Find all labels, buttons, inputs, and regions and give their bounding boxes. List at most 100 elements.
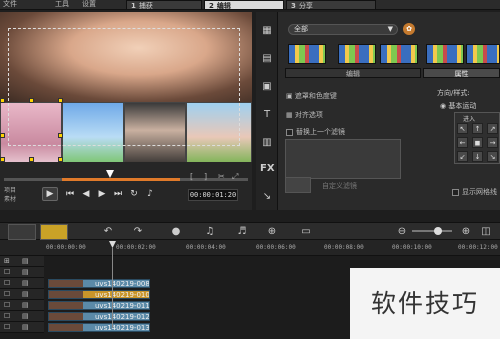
- track-header-overlay[interactable]: ☐ ▤: [0, 300, 44, 311]
- checkbox-box[interactable]: [286, 128, 293, 136]
- direction-e-icon[interactable]: →: [487, 137, 498, 148]
- record-capture-icon[interactable]: ●: [168, 225, 184, 239]
- timeline-clip[interactable]: uvs140219-010: [48, 290, 150, 299]
- library-action-icon[interactable]: ✿: [403, 23, 415, 35]
- direction-nw-icon[interactable]: ↖: [457, 123, 468, 134]
- tab-edit[interactable]: 编辑: [285, 68, 421, 78]
- mode-clip[interactable]: 素材: [4, 195, 16, 204]
- track-header-overlay[interactable]: ☐ ▤: [0, 278, 44, 289]
- custom-filter-button[interactable]: 自定义滤镜: [322, 181, 357, 191]
- zoom-out-icon[interactable]: ⊖: [394, 225, 410, 239]
- timeline-ruler[interactable]: 00:00:00:00 00:00:02:00 00:00:04:00 00:0…: [0, 240, 500, 256]
- storyboard-view-button[interactable]: [8, 224, 36, 240]
- direction-se-icon[interactable]: ↘: [487, 151, 498, 162]
- zoom-slider-knob[interactable]: [434, 227, 442, 235]
- track-header-overlay[interactable]: ☐ ▤: [0, 311, 44, 322]
- direction-grid[interactable]: 进入 ↖ ↑ ↗ ← ◼ → ↙ ↓ ↘: [454, 112, 500, 164]
- menu-file[interactable]: 文件: [3, 0, 17, 9]
- menu-settings[interactable]: 设置: [82, 0, 96, 9]
- volume-icon[interactable]: ♪: [144, 188, 156, 200]
- track-visibility-icon[interactable]: ☐: [4, 290, 10, 298]
- instant-project-icon[interactable]: ▤: [260, 52, 274, 66]
- tab-properties[interactable]: 属性: [423, 68, 500, 78]
- direction-s-icon[interactable]: ↓: [472, 151, 483, 162]
- zoom-slider-track[interactable]: [412, 230, 452, 232]
- mode-project[interactable]: 项目: [4, 186, 16, 195]
- direction-w-icon[interactable]: ←: [457, 137, 468, 148]
- timecode-display[interactable]: 00:00:01:20: [188, 189, 238, 201]
- media-icon[interactable]: ▦: [260, 24, 274, 38]
- resize-handle[interactable]: [29, 98, 34, 103]
- timeline-clip[interactable]: uvs140219-013: [48, 323, 150, 332]
- resize-handle[interactable]: [0, 133, 5, 138]
- show-grid-checkbox[interactable]: 显示网格线: [452, 187, 497, 197]
- library-thumbnail[interactable]: [466, 44, 500, 64]
- mark-out-icon[interactable]: ]: [204, 172, 207, 181]
- transition-icon[interactable]: ▣: [260, 80, 274, 94]
- zoom-in-icon[interactable]: ⊕: [458, 225, 474, 239]
- mark-in-icon[interactable]: [: [190, 172, 193, 181]
- end-icon[interactable]: ⏭: [112, 188, 124, 200]
- track-visibility-icon[interactable]: ☐: [4, 312, 10, 320]
- redo-icon[interactable]: ↷: [130, 225, 146, 239]
- next-frame-icon[interactable]: ▶: [96, 188, 108, 200]
- direction-ne-icon[interactable]: ↗: [487, 123, 498, 134]
- timeline-clip[interactable]: uvs140219-008: [48, 279, 150, 288]
- library-thumbnail[interactable]: [338, 44, 376, 64]
- step-edit[interactable]: 2 编辑: [204, 0, 284, 10]
- preview-window[interactable]: [0, 12, 252, 162]
- checkbox-box[interactable]: [452, 188, 459, 196]
- library-thumbnail[interactable]: [380, 44, 418, 64]
- track-header-overlay[interactable]: ☐ ▤: [0, 289, 44, 300]
- track-visibility-icon[interactable]: ☐: [4, 268, 10, 276]
- step-capture[interactable]: 1 捕获: [126, 0, 202, 10]
- resize-handle[interactable]: [58, 98, 63, 103]
- overlay-bounding-frame[interactable]: [8, 28, 240, 146]
- title-icon[interactable]: T: [260, 108, 274, 122]
- align-option[interactable]: ▦ 对齐选项: [286, 111, 323, 120]
- sound-mixer-icon[interactable]: ♫: [202, 225, 218, 239]
- timeline-view-button[interactable]: [40, 224, 68, 240]
- trim-scrubber[interactable]: [ ] ✂ ⤢: [4, 168, 248, 182]
- direction-sw-icon[interactable]: ↙: [457, 151, 468, 162]
- scrub-thumb[interactable]: [106, 170, 114, 178]
- resize-handle[interactable]: [58, 157, 63, 162]
- split-clip-icon[interactable]: ✂: [218, 172, 225, 181]
- repeat-icon[interactable]: ↻: [128, 188, 140, 200]
- filter-fx-icon[interactable]: FX: [260, 162, 275, 176]
- trim-range[interactable]: [62, 178, 180, 181]
- track-header-overlay[interactable]: ☐ ▤: [0, 322, 44, 333]
- home-icon[interactable]: ⏮: [64, 188, 76, 200]
- basic-motion-radio[interactable]: ◉ 基本运动: [440, 101, 476, 111]
- replace-filter-checkbox[interactable]: 替换上一个滤镜: [286, 128, 345, 137]
- resize-handle[interactable]: [58, 133, 63, 138]
- track-visibility-icon[interactable]: ☐: [4, 279, 10, 287]
- timeline-clip[interactable]: uvs140219-012: [48, 312, 150, 321]
- resize-handle[interactable]: [0, 157, 5, 162]
- library-thumbnail[interactable]: [426, 44, 464, 64]
- graphic-icon[interactable]: ▥: [260, 136, 274, 150]
- direction-center-icon[interactable]: ◼: [472, 137, 483, 148]
- resize-handle[interactable]: [29, 157, 34, 162]
- direction-n-icon[interactable]: ↑: [472, 123, 483, 134]
- enlarge-icon[interactable]: ⤢: [232, 172, 238, 182]
- prev-frame-icon[interactable]: ◀: [80, 188, 92, 200]
- step-share[interactable]: 3 分享: [286, 0, 376, 10]
- mask-chroma-option[interactable]: ▣ 遮罩和色度键: [286, 92, 337, 101]
- play-button[interactable]: ▶: [42, 187, 58, 201]
- track-visibility-icon[interactable]: ☐: [4, 323, 10, 331]
- subtitle-editor-icon[interactable]: ▭: [298, 225, 314, 239]
- fit-project-icon[interactable]: ◫: [478, 225, 494, 239]
- motion-track-icon[interactable]: ⊕: [264, 225, 280, 239]
- play-mode-labels[interactable]: 项目 素材: [4, 186, 16, 204]
- track-header-overlay[interactable]: ☐ ▤: [0, 267, 44, 278]
- track-visibility-icon[interactable]: ☐: [4, 301, 10, 309]
- resize-handle[interactable]: [0, 98, 5, 103]
- applied-filter-list[interactable]: [285, 139, 401, 179]
- library-filter-dropdown[interactable]: 全部 ▼: [288, 24, 398, 35]
- menu-tools[interactable]: 工具: [55, 0, 69, 9]
- path-icon[interactable]: ↘: [260, 190, 274, 204]
- auto-music-icon[interactable]: ♬: [234, 225, 250, 239]
- filter-preset-swatch[interactable]: [285, 177, 311, 193]
- track-header-video[interactable]: ⊞ ▤: [0, 256, 44, 267]
